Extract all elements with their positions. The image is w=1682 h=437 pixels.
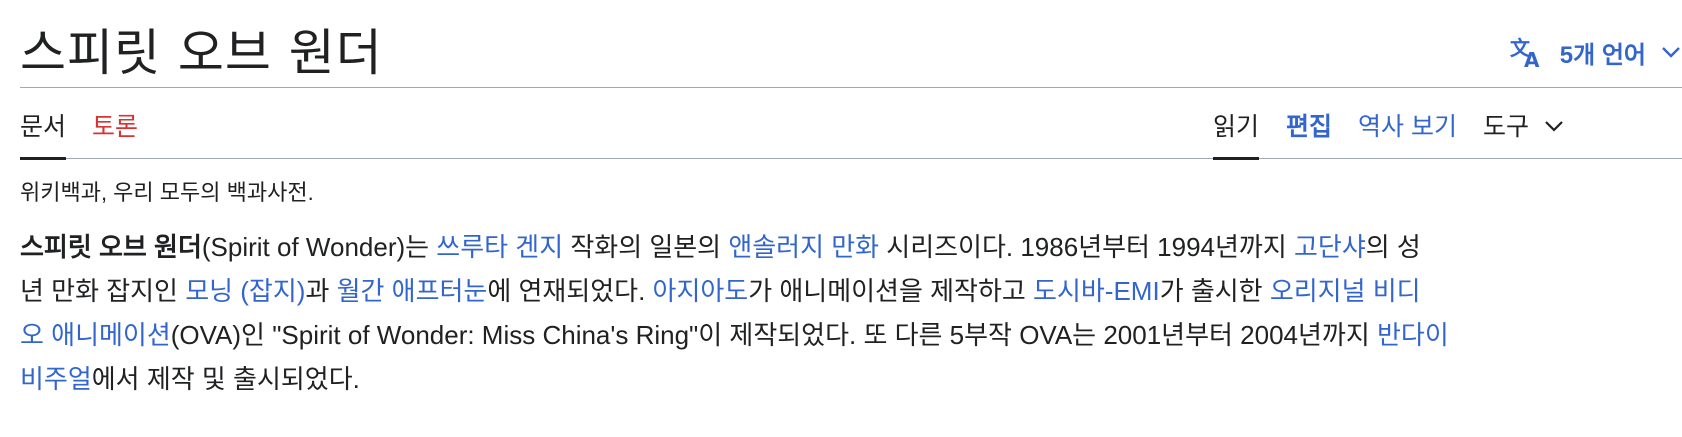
article-text: (OVA)인 "Spirit of Wonder: Miss China's R… [170,320,1377,350]
article-link[interactable]: 오리지널 비디 [1270,276,1421,306]
article-link[interactable]: 비주얼 [20,364,92,394]
language-button[interactable]: 文 A 5개 언어 [1510,36,1682,69]
article-text: 가 출시한 [1159,276,1270,306]
article-link[interactable]: 월간 애프터눈 [337,276,488,306]
article-link[interactable]: 모닝 (잡지) [185,276,305,306]
tab-article[interactable]: 문서 [20,110,67,160]
article-text: 에 연재되었다. [487,276,653,306]
paragraph-line: 비주얼에서 제작 및 출시되었다. [20,357,1662,401]
paragraph-line: 오 애니메이션(OVA)인 "Spirit of Wonder: Miss Ch… [20,313,1662,357]
article-text: (Spirit of Wonder)는 [201,232,437,262]
svg-text:A: A [1524,48,1540,68]
translate-icon: 文 A [1510,36,1546,68]
article-link[interactable]: 오 애니메이션 [20,320,171,350]
tabs-row: 문서 토론 읽기 편집 역사 보기 도구 [20,88,1682,160]
article-text: 시리즈이다. 1986년부터 1994년까지 [879,232,1294,262]
paragraph-line: 년 만화 잡지인 모닝 (잡지)과 월간 애프터눈에 연재되었다. 아지아도가 … [20,269,1662,313]
tab-edit[interactable]: 편집 [1286,110,1332,144]
page-title: 스피릿 오브 원더 [20,24,383,82]
article-link[interactable]: 도시바-EMI [1033,276,1160,306]
article-link[interactable]: 아지아도 [653,276,749,306]
article-link[interactable]: 앤솔러지 만화 [728,232,879,262]
article-text: 의 성 [1365,232,1421,262]
article-text: 과 [305,276,337,306]
paragraph-line: 스피릿 오브 원더(Spirit of Wonder)는 쓰루타 겐지 작화의 … [20,225,1662,269]
language-count-label: 5개 언어 [1559,41,1646,69]
article-link[interactable]: 쓰루타 겐지 [436,232,563,262]
site-tagline: 위키백과, 우리 모두의 백과사전. [20,180,314,205]
tab-talk[interactable]: 토론 [92,110,138,144]
chevron-down-icon [1543,112,1565,134]
article-link[interactable]: 반다이 [1377,320,1449,350]
tab-history[interactable]: 역사 보기 [1358,110,1457,144]
article-text: 가 애니메이션을 제작하고 [748,276,1034,306]
article-subject: 스피릿 오브 원더 [20,232,202,262]
tab-read[interactable]: 읽기 [1213,110,1260,160]
article-text: 년 만화 잡지인 [20,276,186,306]
article-link[interactable]: 고단샤 [1294,232,1366,262]
article-page: 스피릿 오브 원더 文 A 5개 언어 문서 토론 읽기 편집 역사 보기 도구 [20,0,1682,437]
tools-menu[interactable]: 도구 [1483,110,1565,144]
article-text: 에서 제작 및 출시되었다. [91,364,360,394]
tools-label: 도구 [1483,113,1530,141]
article-paragraph: 스피릿 오브 원더(Spirit of Wonder)는 쓰루타 겐지 작화의 … [20,225,1662,401]
chevron-down-icon [1660,41,1682,63]
title-row: 스피릿 오브 원더 文 A 5개 언어 [20,18,1682,88]
article-text: 작화의 일본의 [563,232,729,262]
